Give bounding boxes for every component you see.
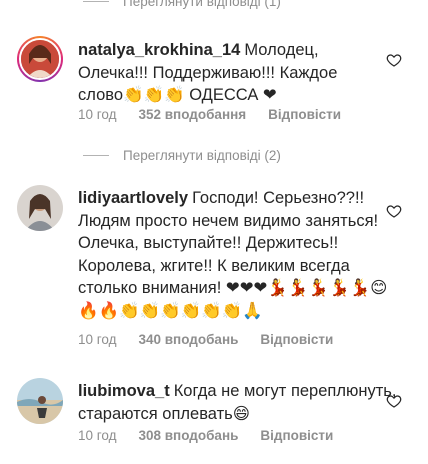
- heart-outline-icon[interactable]: [386, 203, 402, 219]
- reply-button[interactable]: Відповісти: [260, 332, 333, 347]
- divider-line: [83, 155, 109, 156]
- reply-button[interactable]: Відповісти: [260, 428, 333, 443]
- comment-meta: 10 год 352 вподобання Відповісти: [78, 107, 341, 122]
- comment-body: lidiyaartlovely Господи! Серьезно??!! Люд…: [78, 187, 388, 322]
- comment-meta: 10 год 308 вподобань Відповісти: [78, 428, 333, 443]
- comment-likes[interactable]: 352 вподобання: [138, 107, 246, 122]
- comment-body: liubimova_t Когда не могут переплюнуть, с…: [78, 380, 398, 425]
- avatar[interactable]: [17, 378, 63, 424]
- comment-username[interactable]: liubimova_t: [78, 382, 170, 400]
- comment-text: Господи! Серьезно??!! Людям просто нечем…: [78, 189, 388, 320]
- heart-outline-icon[interactable]: [386, 393, 402, 409]
- comment-time: 10 год: [78, 428, 117, 443]
- comment-likes[interactable]: 308 вподобань: [138, 428, 238, 443]
- avatar[interactable]: [17, 36, 63, 82]
- heart-outline-icon[interactable]: [386, 52, 402, 68]
- comment-time: 10 год: [78, 332, 117, 347]
- view-replies-label: Переглянути відповіді (1): [123, 0, 281, 9]
- view-replies-link[interactable]: Переглянути відповіді (2): [83, 148, 281, 163]
- avatar-image: [21, 40, 59, 78]
- comment-username[interactable]: lidiyaartlovely: [78, 189, 188, 207]
- avatar-image: [17, 378, 63, 424]
- comment-meta: 10 год 340 вподобань Відповісти: [78, 332, 333, 347]
- comment-likes[interactable]: 340 вподобань: [138, 332, 238, 347]
- reply-button[interactable]: Відповісти: [268, 107, 341, 122]
- comment-body: natalya_krokhina_14 Молодец, Олечка!!! По…: [78, 39, 378, 107]
- view-replies-label: Переглянути відповіді (2): [123, 148, 281, 163]
- comment-time: 10 год: [78, 107, 117, 122]
- avatar[interactable]: [17, 185, 63, 231]
- view-replies-link[interactable]: Переглянути відповіді (1): [83, 0, 281, 9]
- comment-username[interactable]: natalya_krokhina_14: [78, 41, 240, 59]
- divider-line: [83, 1, 109, 2]
- avatar-image: [17, 185, 63, 231]
